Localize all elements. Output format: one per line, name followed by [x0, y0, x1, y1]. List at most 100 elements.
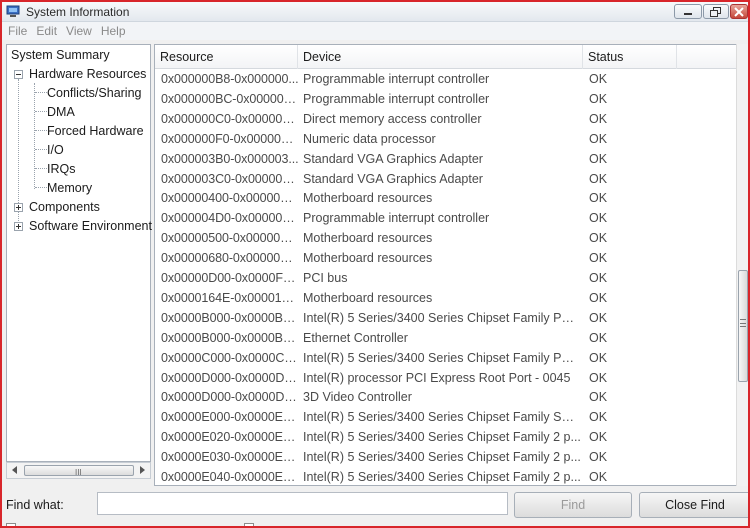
title-bar: System Information — [2, 2, 748, 22]
table-row[interactable]: 0x000000BC-0x000000... Programmable inter… — [155, 89, 735, 109]
table-row[interactable]: 0x000000C0-0x000000... Direct memory acce… — [155, 109, 735, 129]
tree-item-components[interactable]: Components — [29, 198, 100, 217]
table-row[interactable]: 0x000000B8-0x000000... Programmable inter… — [155, 69, 735, 89]
table-row[interactable]: 0x0000D000-0x0000DF... 3D Video Controlle… — [155, 387, 735, 407]
search-selected-category-checkbox[interactable] — [6, 523, 16, 526]
vertical-scroll-thumb[interactable] — [738, 270, 748, 382]
device-cell: Intel(R) 5 Series/3400 Series Chipset Fa… — [303, 350, 581, 365]
resource-cell: 0x000003C0-0x000003... — [161, 171, 299, 186]
status-cell: OK — [589, 211, 608, 226]
menu-file[interactable]: File — [4, 22, 32, 40]
status-cell: OK — [589, 450, 608, 465]
maximize-button[interactable] — [703, 4, 729, 19]
resource-cell: 0x0000C000-0x0000CFFF — [161, 350, 299, 365]
menu-edit[interactable]: Edit — [32, 22, 62, 40]
table-row[interactable]: 0x000003B0-0x000003... Standard VGA Graph… — [155, 149, 735, 169]
menu-bar: File Edit View Help — [2, 22, 748, 40]
resource-cell: 0x0000164E-0x0000164F — [161, 290, 299, 305]
table-row[interactable]: 0x00000680-0x0000069F Motherboard resourc… — [155, 248, 735, 268]
system-information-icon — [6, 5, 20, 17]
tree-item-irqs[interactable]: IRQs — [47, 160, 75, 179]
table-row[interactable]: 0x00000400-0x0000047F Motherboard resourc… — [155, 188, 735, 208]
table-vertical-scrollbar[interactable] — [736, 44, 748, 486]
status-cell: OK — [589, 151, 608, 166]
status-cell: OK — [589, 350, 608, 365]
resource-cell: 0x000000C0-0x000000... — [161, 111, 299, 126]
find-what-input[interactable] — [97, 492, 508, 515]
tree-guide-line — [35, 130, 47, 131]
tree-item-memory[interactable]: Memory — [47, 179, 92, 198]
tree-guide-line — [35, 92, 47, 93]
menu-view[interactable]: View — [62, 22, 97, 40]
horizontal-scroll-thumb[interactable]: III — [24, 465, 134, 477]
device-cell: Programmable interrupt controller — [303, 91, 490, 106]
close-find-button[interactable]: Close Find — [639, 492, 748, 518]
status-cell: OK — [589, 271, 608, 285]
expand-toggle-icon[interactable] — [14, 203, 23, 212]
resource-table: Resource Device Status 0x000000B8-0x0000… — [154, 44, 748, 486]
collapse-toggle-icon[interactable] — [14, 70, 23, 79]
table-header: Resource Device Status — [155, 45, 747, 69]
menu-help[interactable]: Help — [97, 22, 131, 40]
status-cell: OK — [589, 171, 608, 186]
table-row[interactable]: 0x0000E020-0x0000E02F Intel(R) 5 Series/3… — [155, 427, 735, 447]
tree-horizontal-scrollbar[interactable]: III — [6, 462, 151, 479]
table-row[interactable]: 0x000003C0-0x000003... Standard VGA Graph… — [155, 169, 735, 189]
table-row[interactable]: 0x0000B000-0x0000BFFF Intel(R) 5 Series/3… — [155, 308, 735, 328]
tree-item-hardware-resources[interactable]: Hardware Resources — [29, 65, 146, 84]
column-header-resource[interactable]: Resource — [155, 45, 298, 69]
restore-icon — [710, 6, 721, 17]
table-row[interactable]: 0x000000F0-0x000000F0 Numeric data proces… — [155, 129, 735, 149]
status-cell: OK — [589, 72, 608, 86]
scroll-right-arrow-icon[interactable] — [140, 466, 145, 474]
table-row[interactable]: 0x0000C000-0x0000CFFF Intel(R) 5 Series/3… — [155, 348, 735, 368]
tree-guide-line — [35, 187, 47, 188]
table-row[interactable]: 0x0000E000-0x0000E01F Intel(R) 5 Series/3… — [155, 407, 735, 427]
find-what-label: Find what: — [6, 498, 64, 512]
tree-item-forced-hardware[interactable]: Forced Hardware — [47, 122, 144, 141]
find-button[interactable]: Find — [514, 492, 632, 518]
tree-item-software-environment[interactable]: Software Environment — [29, 217, 152, 236]
table-row[interactable]: 0x00000500-0x0000057F Motherboard resourc… — [155, 228, 735, 248]
scroll-left-arrow-icon[interactable] — [12, 466, 17, 474]
table-row[interactable]: 0x0000E040-0x0000E0... Intel(R) 5 Series/… — [155, 467, 735, 485]
tree-guide-line — [35, 168, 47, 169]
device-cell: Programmable interrupt controller — [303, 72, 490, 86]
resource-cell: 0x00000D00-0x0000FFFF — [161, 271, 299, 285]
table-row[interactable]: 0x000004D0-0x000004... Programmable inter… — [155, 208, 735, 228]
device-cell: Motherboard resources — [303, 251, 433, 266]
resource-cell: 0x0000B000-0x0000BFFF — [161, 310, 299, 325]
status-cell: OK — [589, 131, 608, 146]
table-row[interactable]: 0x0000B000-0x0000BFFF Ethernet Controller… — [155, 328, 735, 348]
window-title: System Information — [26, 5, 130, 19]
status-cell: OK — [589, 251, 608, 266]
device-cell: Motherboard resources — [303, 191, 433, 206]
table-row[interactable]: 0x0000164E-0x0000164F Motherboard resourc… — [155, 288, 735, 308]
status-cell: OK — [589, 470, 608, 484]
tree-item-io[interactable]: I/O — [47, 141, 64, 160]
minimize-button[interactable] — [674, 4, 702, 19]
tree-item-system-summary[interactable]: System Summary — [11, 46, 110, 65]
column-header-device[interactable]: Device — [298, 45, 583, 69]
device-cell: Motherboard resources — [303, 290, 433, 305]
status-cell: OK — [589, 410, 608, 425]
column-header-status[interactable]: Status — [583, 45, 677, 69]
tree-guide-line — [35, 111, 47, 112]
close-window-button[interactable] — [730, 4, 748, 19]
table-row[interactable]: 0x00000D00-0x0000FFFF PCI bus OK — [155, 268, 735, 288]
device-cell: Direct memory access controller — [303, 111, 482, 126]
device-cell: Motherboard resources — [303, 231, 433, 246]
resource-cell: 0x00000400-0x0000047F — [161, 191, 299, 206]
search-category-names-checkbox[interactable] — [244, 523, 254, 526]
expand-toggle-icon[interactable] — [14, 222, 23, 231]
tree-item-dma[interactable]: DMA — [47, 103, 75, 122]
resource-cell: 0x0000B000-0x0000BFFF — [161, 330, 299, 345]
device-cell: Numeric data processor — [303, 131, 436, 146]
status-cell: OK — [589, 430, 608, 445]
status-cell: OK — [589, 111, 608, 126]
resource-cell: 0x0000E030-0x0000E03F — [161, 450, 299, 465]
tree-item-conflicts-sharing[interactable]: Conflicts/Sharing — [47, 84, 142, 103]
table-row[interactable]: 0x0000D000-0x0000DF... Intel(R) processor… — [155, 368, 735, 388]
device-cell: Standard VGA Graphics Adapter — [303, 171, 483, 186]
table-row[interactable]: 0x0000E030-0x0000E03F Intel(R) 5 Series/3… — [155, 447, 735, 467]
